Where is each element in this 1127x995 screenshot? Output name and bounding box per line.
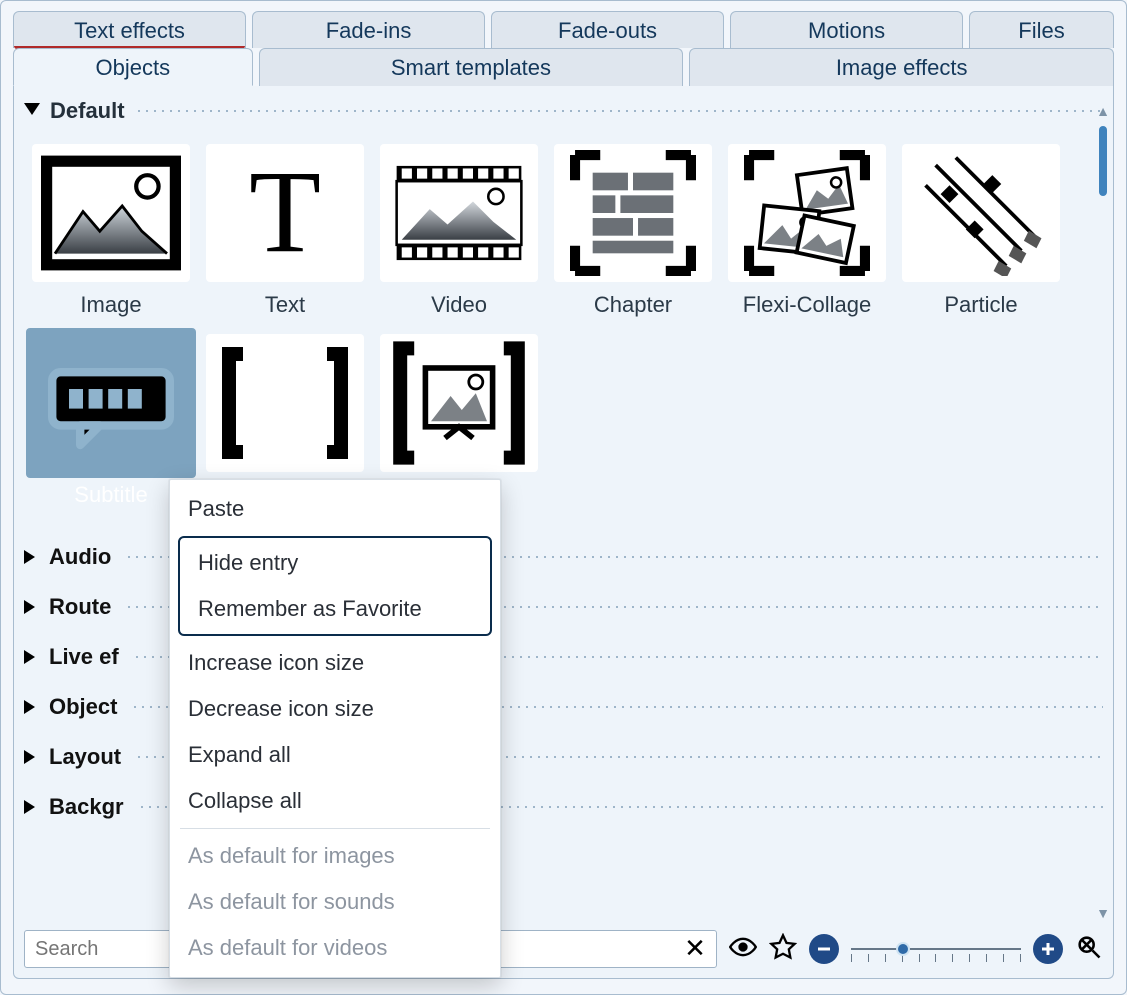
object-label: Image: [80, 292, 141, 318]
menu-default-images: As default for images: [170, 833, 500, 879]
object-label: Particle: [944, 292, 1017, 318]
expand-icon: [24, 550, 35, 564]
flexi-collage-icon: [737, 150, 877, 276]
section-default[interactable]: Default: [24, 98, 1103, 124]
object-video[interactable]: Video: [374, 138, 544, 318]
text-icon: T: [215, 150, 355, 276]
object-label: Flexi-Collage: [743, 292, 871, 318]
menu-paste[interactable]: Paste: [170, 486, 500, 532]
objects-grid: Image T Text: [26, 138, 1103, 508]
visibility-icon[interactable]: [729, 933, 757, 966]
object-image[interactable]: Image: [26, 138, 196, 318]
context-menu: Paste Hide entry Remember as Favorite In…: [169, 479, 501, 978]
scroll-up-icon[interactable]: ▲: [1095, 104, 1111, 120]
tab-fade-outs[interactable]: Fade-outs: [491, 11, 724, 48]
tab-text-effects[interactable]: Text effects: [13, 11, 246, 48]
placeholder-icon: [215, 340, 355, 466]
expand-icon: [24, 800, 35, 814]
subtitle-icon: [41, 340, 181, 466]
menu-hide-entry[interactable]: Hide entry: [180, 540, 490, 586]
object-label: Video: [431, 292, 487, 318]
object-chapter[interactable]: Chapter: [548, 138, 718, 318]
object-label: Chapter: [594, 292, 672, 318]
menu-increase-icon[interactable]: Increase icon size: [170, 640, 500, 686]
menu-default-videos: As default for videos: [170, 925, 500, 971]
favorite-icon[interactable]: [769, 933, 797, 966]
scroll-thumb[interactable]: [1099, 126, 1107, 196]
image-icon: [41, 150, 181, 276]
particle-icon: [911, 150, 1051, 276]
expand-icon: [24, 700, 35, 714]
tab-smart-templates[interactable]: Smart templates: [259, 48, 684, 86]
tab-motions[interactable]: Motions: [730, 11, 963, 48]
menu-expand-all[interactable]: Expand all: [170, 732, 500, 778]
expand-icon: [24, 650, 35, 664]
menu-remember-favorite[interactable]: Remember as Favorite: [180, 586, 490, 632]
section-label: Default: [50, 98, 125, 124]
tab-objects[interactable]: Objects: [13, 48, 253, 86]
menu-default-sounds: As default for sounds: [170, 879, 500, 925]
object-label: Text: [265, 292, 305, 318]
scrollbar[interactable]: ▲ ▼: [1095, 104, 1111, 922]
object-label: Subtitle: [74, 482, 147, 508]
tab-fade-ins[interactable]: Fade-ins: [252, 11, 485, 48]
tab-files[interactable]: Files: [969, 11, 1114, 48]
scroll-down-icon[interactable]: ▼: [1095, 906, 1111, 922]
clear-search-icon[interactable]: ✕: [682, 936, 708, 962]
menu-decrease-icon[interactable]: Decrease icon size: [170, 686, 500, 732]
zoom-out-button[interactable]: [809, 934, 839, 964]
expand-icon: [24, 600, 35, 614]
chapter-icon: [563, 150, 703, 276]
tab-image-effects[interactable]: Image effects: [689, 48, 1114, 86]
menu-separator: [180, 828, 490, 829]
tabs-row-1: Text effects Fade-ins Fade-outs Motions …: [13, 11, 1114, 48]
placeholder-image-icon: [389, 340, 529, 466]
icon-size-slider[interactable]: [851, 934, 1021, 964]
zoom-in-button[interactable]: [1033, 934, 1063, 964]
object-particle[interactable]: Particle: [896, 138, 1066, 318]
tabs-row-2: Objects Smart templates Image effects: [13, 48, 1114, 86]
reset-zoom-icon[interactable]: [1075, 933, 1103, 966]
expand-icon: [24, 750, 35, 764]
svg-text:T: T: [249, 150, 321, 276]
collapse-icon: [24, 103, 40, 115]
object-flexi-collage[interactable]: Flexi-Collage: [722, 138, 892, 318]
object-text[interactable]: T Text: [200, 138, 370, 318]
menu-collapse-all[interactable]: Collapse all: [170, 778, 500, 824]
video-icon: [389, 150, 529, 276]
